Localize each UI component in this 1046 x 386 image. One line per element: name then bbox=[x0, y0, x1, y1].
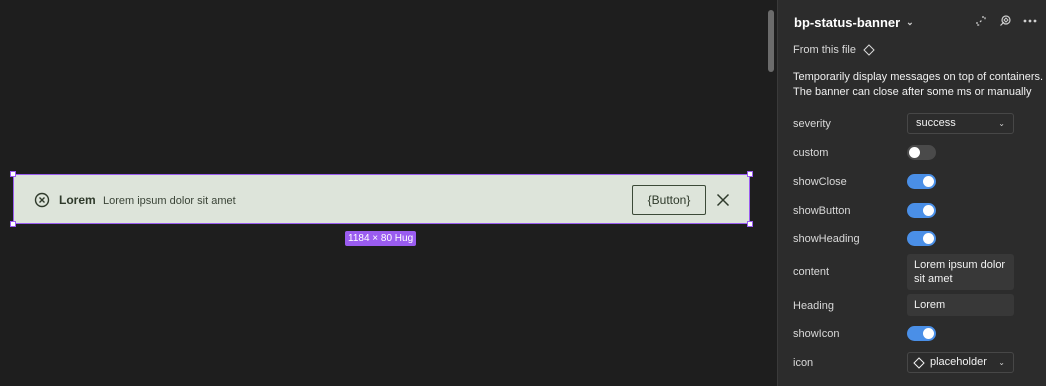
showbutton-toggle[interactable] bbox=[907, 203, 936, 218]
resize-handle-bottom-right[interactable] bbox=[747, 221, 753, 227]
toggle-knob bbox=[923, 176, 934, 187]
close-icon[interactable] bbox=[715, 192, 731, 208]
detach-icon[interactable] bbox=[974, 14, 988, 28]
toggle-knob bbox=[923, 328, 934, 339]
status-banner[interactable]: Lorem Lorem ipsum dolor sit amet {Button… bbox=[13, 174, 750, 224]
prop-label-heading: Heading bbox=[793, 300, 834, 312]
banner-content: Lorem ipsum dolor sit amet bbox=[103, 195, 236, 207]
size-badge: 1184 × 80 Hug bbox=[345, 231, 417, 246]
design-canvas[interactable]: Lorem Lorem ipsum dolor sit amet {Button… bbox=[0, 0, 777, 386]
resize-handle-top-left[interactable] bbox=[10, 171, 16, 177]
diamond-icon bbox=[863, 44, 875, 56]
showicon-toggle[interactable] bbox=[907, 326, 936, 341]
chevron-down-icon: ⌄ bbox=[998, 358, 1005, 367]
content-value-line: Lorem ipsum dolor bbox=[914, 259, 1006, 271]
content-value-line: sit amet bbox=[914, 273, 953, 285]
icon-select[interactable]: placeholder ⌄ bbox=[907, 352, 1014, 373]
prop-label-showclose: showClose bbox=[793, 176, 847, 188]
component-source[interactable]: From this file bbox=[793, 44, 875, 56]
component-description: Temporarily display messages on top of c… bbox=[793, 70, 1043, 100]
prop-label-showicon: showIcon bbox=[793, 328, 840, 340]
more-icon[interactable] bbox=[1022, 14, 1038, 28]
source-label: From this file bbox=[793, 44, 856, 56]
description-line: Temporarily display messages on top of c… bbox=[793, 71, 1044, 83]
showheading-toggle[interactable] bbox=[907, 231, 936, 246]
toggle-knob bbox=[923, 205, 934, 216]
description-line: The banner can close after some ms or ma… bbox=[793, 86, 1032, 98]
toggle-knob bbox=[923, 233, 934, 244]
banner-heading: Lorem bbox=[59, 193, 96, 207]
content-field[interactable]: Lorem ipsum dolor sit amet bbox=[907, 254, 1014, 290]
component-link-icon[interactable] bbox=[998, 14, 1012, 28]
heading-field[interactable]: Lorem bbox=[907, 294, 1014, 316]
prop-label-content: content bbox=[793, 266, 830, 278]
custom-toggle[interactable] bbox=[907, 145, 936, 160]
diamond-icon bbox=[913, 357, 925, 369]
severity-select[interactable]: success ⌄ bbox=[907, 113, 1014, 134]
banner-action-button[interactable]: {Button} bbox=[632, 185, 706, 215]
component-name: bp-status-banner bbox=[794, 15, 901, 30]
severity-value: success bbox=[916, 117, 956, 129]
chevron-down-icon: ⌄ bbox=[906, 17, 914, 27]
resize-handle-bottom-left[interactable] bbox=[10, 221, 16, 227]
status-banner-selection[interactable]: Lorem Lorem ipsum dolor sit amet {Button… bbox=[10, 171, 753, 227]
icon-value: placeholder bbox=[930, 356, 987, 368]
prop-label-icon: icon bbox=[793, 357, 814, 369]
prop-label-severity: severity bbox=[793, 118, 831, 130]
prop-label-custom: custom bbox=[793, 147, 829, 159]
prop-label-showheading: showHeading bbox=[793, 233, 860, 245]
toggle-knob bbox=[909, 147, 920, 158]
circle-x-icon bbox=[34, 192, 50, 208]
canvas-scrollbar[interactable] bbox=[768, 10, 774, 72]
chevron-down-icon: ⌄ bbox=[998, 119, 1005, 128]
properties-panel: bp-status-banner ⌄ From this file Tempor… bbox=[777, 0, 1046, 386]
prop-label-showbutton: showButton bbox=[793, 205, 851, 217]
heading-value: Lorem bbox=[914, 299, 946, 311]
resize-handle-top-right[interactable] bbox=[747, 171, 753, 177]
component-name-dropdown[interactable]: bp-status-banner ⌄ bbox=[794, 15, 914, 30]
showclose-toggle[interactable] bbox=[907, 174, 936, 189]
panel-actions bbox=[974, 14, 1038, 28]
